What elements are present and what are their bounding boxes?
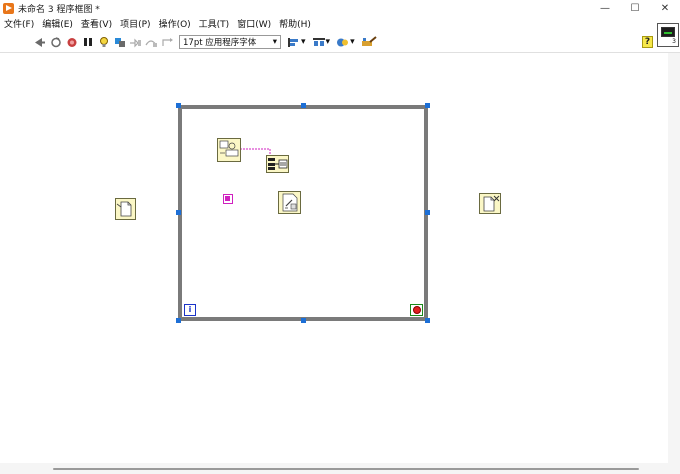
cleanup-diagram-button[interactable]: [361, 36, 377, 48]
open-file-node[interactable]: [115, 198, 136, 220]
highlight-execution-icon[interactable]: [96, 35, 111, 49]
resize-handle-top-right[interactable]: [425, 103, 430, 108]
align-objects-icon: [288, 37, 298, 47]
reorder-icon: [337, 38, 349, 46]
bundle-icon: [268, 158, 288, 170]
window-controls: — ☐ ✕: [590, 0, 680, 17]
resize-handle-bottom[interactable]: [301, 318, 306, 323]
step-over-icon[interactable]: [144, 35, 159, 49]
resize-handle-bottom-left[interactable]: [176, 318, 181, 323]
menu-project[interactable]: 项目(P): [116, 17, 154, 33]
read-data-node[interactable]: [278, 191, 301, 214]
menu-view[interactable]: 查看(V): [77, 17, 116, 33]
horizontal-scrollbar[interactable]: [0, 463, 680, 474]
labview-app-icon: [3, 3, 14, 14]
vi-icon[interactable]: 3: [657, 23, 679, 47]
read-data-icon: [282, 193, 298, 212]
serial-config-node[interactable]: [217, 138, 241, 162]
close-button[interactable]: ✕: [650, 0, 680, 17]
cleanup-diagram-icon: [361, 36, 377, 46]
menu-help[interactable]: 帮助(H): [275, 17, 315, 33]
resize-handle-bottom-right[interactable]: [425, 318, 430, 323]
menu-operate[interactable]: 操作(O): [155, 17, 195, 33]
vi-icon-screen: [661, 27, 675, 37]
step-out-icon[interactable]: [160, 35, 175, 49]
menu-edit[interactable]: 编辑(E): [38, 17, 77, 33]
window-title: 未命名 3 程序框图 *: [18, 5, 100, 15]
close-file-icon: [483, 195, 500, 212]
menu-bar: 文件(F) 编辑(E) 查看(V) 项目(P) 操作(O) 工具(T) 窗口(W…: [0, 17, 680, 33]
loop-condition-terminal[interactable]: [410, 304, 423, 316]
distribute-objects-icon: [312, 37, 325, 46]
pause-icon[interactable]: [80, 35, 95, 49]
distribute-objects-dropdown[interactable]: ▾: [312, 37, 331, 48]
resize-handle-left[interactable]: [176, 210, 181, 215]
bundle-node[interactable]: [266, 155, 289, 173]
constant-node[interactable]: [223, 194, 233, 204]
close-file-node[interactable]: [479, 193, 501, 214]
reorder-dropdown[interactable]: ▾: [336, 37, 355, 48]
title-bar: 未命名 3 程序框图 * — ☐ ✕: [0, 0, 680, 17]
run-continuous-icon[interactable]: [48, 35, 63, 49]
context-help-icon[interactable]: ?: [642, 36, 653, 48]
chevron-down-icon: ▾: [272, 37, 277, 47]
resize-handle-top-left[interactable]: [176, 103, 181, 108]
serial-config-icon: [219, 140, 239, 157]
chevron-down-icon: ▾: [325, 37, 331, 47]
resize-handle-right[interactable]: [425, 210, 430, 215]
menu-window[interactable]: 窗口(W): [233, 17, 275, 33]
retain-wire-values-icon[interactable]: [112, 35, 127, 49]
menu-tools[interactable]: 工具(T): [195, 17, 234, 33]
vertical-scrollbar[interactable]: [668, 53, 680, 463]
resize-handle-top[interactable]: [301, 103, 306, 108]
chevron-down-icon: ▾: [301, 37, 306, 47]
chevron-down-icon: ▾: [350, 37, 355, 47]
run-arrow-icon[interactable]: [32, 35, 47, 49]
horizontal-scrollbar-thumb[interactable]: [53, 468, 639, 470]
align-objects-dropdown[interactable]: ▾: [287, 37, 306, 48]
abort-icon[interactable]: [64, 35, 79, 49]
vi-icon-number: 3: [672, 38, 676, 45]
font-select[interactable]: 17pt 应用程序字体 ▾: [179, 35, 281, 49]
maximize-button[interactable]: ☐: [620, 0, 650, 17]
font-select-value: 17pt 应用程序字体: [183, 38, 257, 48]
minimize-button[interactable]: —: [590, 0, 620, 17]
iteration-terminal[interactable]: i: [184, 304, 196, 316]
while-loop[interactable]: [178, 105, 428, 321]
open-file-icon: [116, 201, 132, 217]
menu-file[interactable]: 文件(F): [0, 17, 38, 33]
toolbar: 17pt 应用程序字体 ▾ ▾ ▾ ▾: [0, 33, 656, 51]
step-into-icon[interactable]: [128, 35, 143, 49]
